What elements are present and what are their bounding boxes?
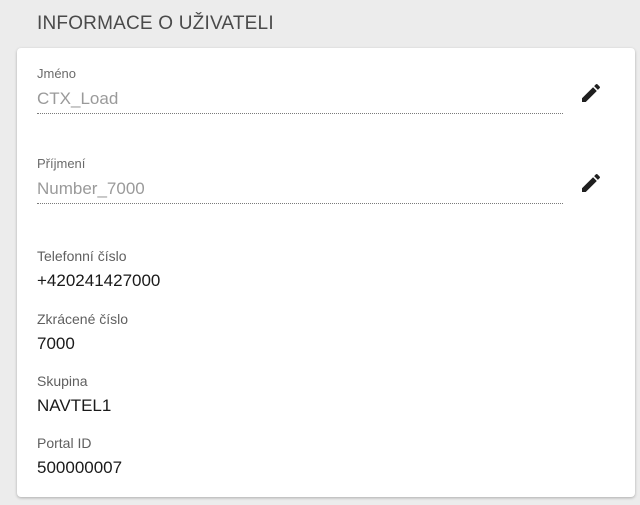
phone-label: Telefonní číslo (37, 248, 127, 264)
first-name-value[interactable]: CTX_Load (37, 88, 563, 112)
pencil-icon (582, 173, 601, 192)
phone-value: +420241427000 (37, 271, 161, 290)
group-value: NAVTEL1 (37, 396, 112, 415)
last-name-label: Příjmení (37, 156, 86, 171)
short-number-value: 7000 (37, 334, 75, 353)
pencil-icon (582, 83, 601, 102)
edit-first-name-button[interactable] (576, 78, 606, 108)
section-title: INFORMACE O UŽIVATELI (37, 13, 274, 34)
user-info-card: Jméno CTX_Load Příjmení Number_7000 Tele… (17, 48, 635, 497)
short-number-info: Zkrácené číslo 7000 (37, 310, 128, 355)
group-info: Skupina NAVTEL1 (37, 372, 111, 417)
group-label: Skupina (37, 373, 88, 389)
portal-id-value: 500000007 (37, 458, 123, 477)
last-name-underline (37, 203, 563, 204)
user-info-page: INFORMACE O UŽIVATELI Jméno CTX_Load Pří… (0, 0, 640, 505)
first-name-label: Jméno (37, 66, 77, 81)
phone-info: Telefonní číslo +420241427000 (37, 247, 160, 292)
portal-id-label: Portal ID (37, 435, 92, 451)
edit-last-name-button[interactable] (576, 168, 606, 198)
last-name-field[interactable]: Příjmení Number_7000 (37, 156, 563, 204)
short-number-label: Zkrácené číslo (37, 311, 129, 327)
first-name-field[interactable]: Jméno CTX_Load (37, 66, 563, 114)
first-name-underline (37, 113, 563, 114)
portal-id-info: Portal ID 500000007 (37, 434, 122, 479)
last-name-value[interactable]: Number_7000 (37, 178, 563, 202)
